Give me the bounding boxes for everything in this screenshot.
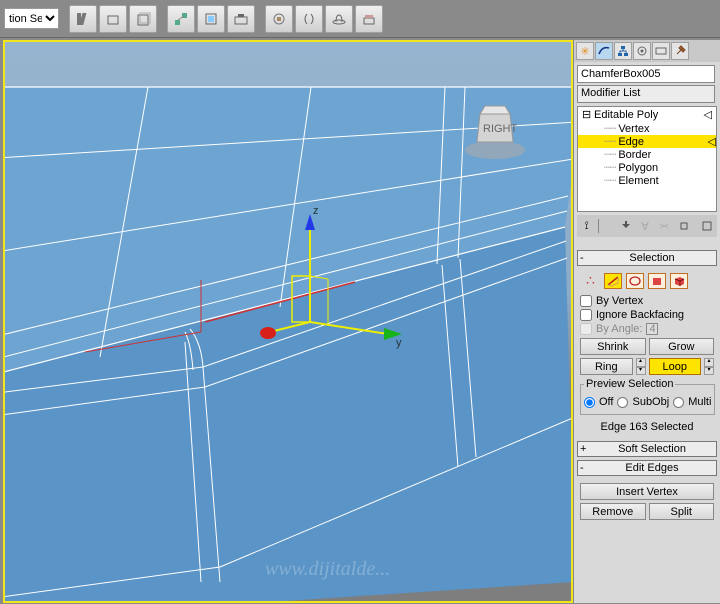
ignore-backfacing-checkbox[interactable]: Ignore Backfacing	[580, 309, 714, 321]
tool-icon-9[interactable]	[325, 5, 353, 33]
watermark: www.dijitalde...	[265, 558, 390, 581]
selection-rollout-header[interactable]: -Selection	[577, 250, 717, 266]
tool-icon-10[interactable]	[355, 5, 383, 33]
border-subobj-icon[interactable]	[626, 273, 644, 289]
remove-button[interactable]: Remove	[580, 503, 646, 520]
make-unique-icon[interactable]: ∀	[637, 218, 652, 234]
motion-tab-icon[interactable]	[633, 42, 651, 60]
stack-options-icon[interactable]	[700, 218, 715, 234]
tool-icon-8[interactable]	[295, 5, 323, 33]
tool-icon-3[interactable]	[129, 5, 157, 33]
split-button[interactable]: Split	[649, 503, 715, 520]
create-tab-icon[interactable]: ✳	[576, 42, 594, 60]
display-tab-icon[interactable]	[652, 42, 670, 60]
tool-icon-5[interactable]	[197, 5, 225, 33]
tool-icon-4[interactable]	[167, 5, 195, 33]
grow-button[interactable]: Grow	[649, 338, 715, 355]
viewport-perspective[interactable]: z y RIGHT www.dijitalde...	[3, 40, 573, 603]
ring-button[interactable]: Ring	[580, 358, 633, 375]
configure-icon[interactable]	[676, 218, 691, 234]
selection-count-label: Edge 163 Selected	[580, 416, 714, 435]
viewcube-right-label[interactable]: RIGHT	[483, 123, 518, 135]
modify-tab-icon[interactable]	[595, 42, 613, 60]
by-vertex-checkbox[interactable]: By Vertex	[580, 295, 714, 307]
hierarchy-tab-icon[interactable]	[614, 42, 632, 60]
by-angle-checkbox[interactable]: By Angle:	[580, 323, 714, 335]
tool-icon-2[interactable]	[99, 5, 127, 33]
polygon-subobj-icon[interactable]	[648, 273, 666, 289]
remove-mod-icon[interactable]: ✂	[657, 218, 672, 234]
preview-subobj-radio[interactable]	[617, 397, 628, 408]
ring-spinner[interactable]: ▴▾	[636, 358, 646, 375]
element-subobj-icon[interactable]	[670, 273, 688, 289]
stack-sub-border[interactable]: ┈┈ Border	[578, 148, 716, 161]
stack-sub-vertex[interactable]: ┈┈ Vertex	[578, 122, 716, 135]
stack-sub-polygon[interactable]: ┈┈ Polygon	[578, 161, 716, 174]
vertex-subobj-icon[interactable]: ∴	[586, 272, 600, 289]
edit-edges-rollout-header[interactable]: -Edit Edges	[577, 460, 717, 476]
svg-text:y: y	[396, 337, 402, 349]
modifier-stack[interactable]: ⊟Editable Poly ◁ ┈┈ Vertex ┈┈ Edge◁ ┈┈ B…	[577, 106, 717, 212]
stack-sub-element[interactable]: ┈┈ Element	[578, 174, 716, 187]
selection-mode-select[interactable]: tion Se	[4, 8, 59, 29]
soft-selection-rollout-header[interactable]: +Soft Selection	[577, 441, 717, 457]
pin-stack-icon[interactable]: ⟟	[579, 218, 594, 234]
modifier-list-dropdown[interactable]: Modifier List	[577, 85, 715, 103]
tool-icon-7[interactable]	[265, 5, 293, 33]
preview-off-radio[interactable]	[584, 397, 595, 408]
shrink-button[interactable]: Shrink	[580, 338, 646, 355]
stack-sub-edge[interactable]: ┈┈ Edge◁	[578, 135, 716, 148]
stack-editable-poly[interactable]: ⊟Editable Poly ◁	[578, 107, 716, 122]
preview-multi-radio[interactable]	[673, 397, 684, 408]
loop-spinner[interactable]: ▴▾	[704, 358, 714, 375]
loop-button[interactable]: Loop	[649, 358, 702, 375]
tool-icon-1[interactable]	[69, 5, 97, 33]
tool-icon-6[interactable]	[227, 5, 255, 33]
edge-subobj-icon[interactable]	[604, 273, 622, 289]
object-name-input[interactable]	[577, 65, 715, 83]
command-panel: ✳ Modifier List ⊟Editable Poly ◁ ┈┈ Vert…	[573, 40, 720, 603]
preview-selection-legend: Preview Selection	[584, 378, 675, 390]
insert-vertex-button[interactable]: Insert Vertex	[580, 483, 714, 500]
utilities-tab-icon[interactable]	[671, 42, 689, 60]
svg-text:z: z	[313, 205, 319, 217]
show-result-icon[interactable]	[618, 218, 633, 234]
